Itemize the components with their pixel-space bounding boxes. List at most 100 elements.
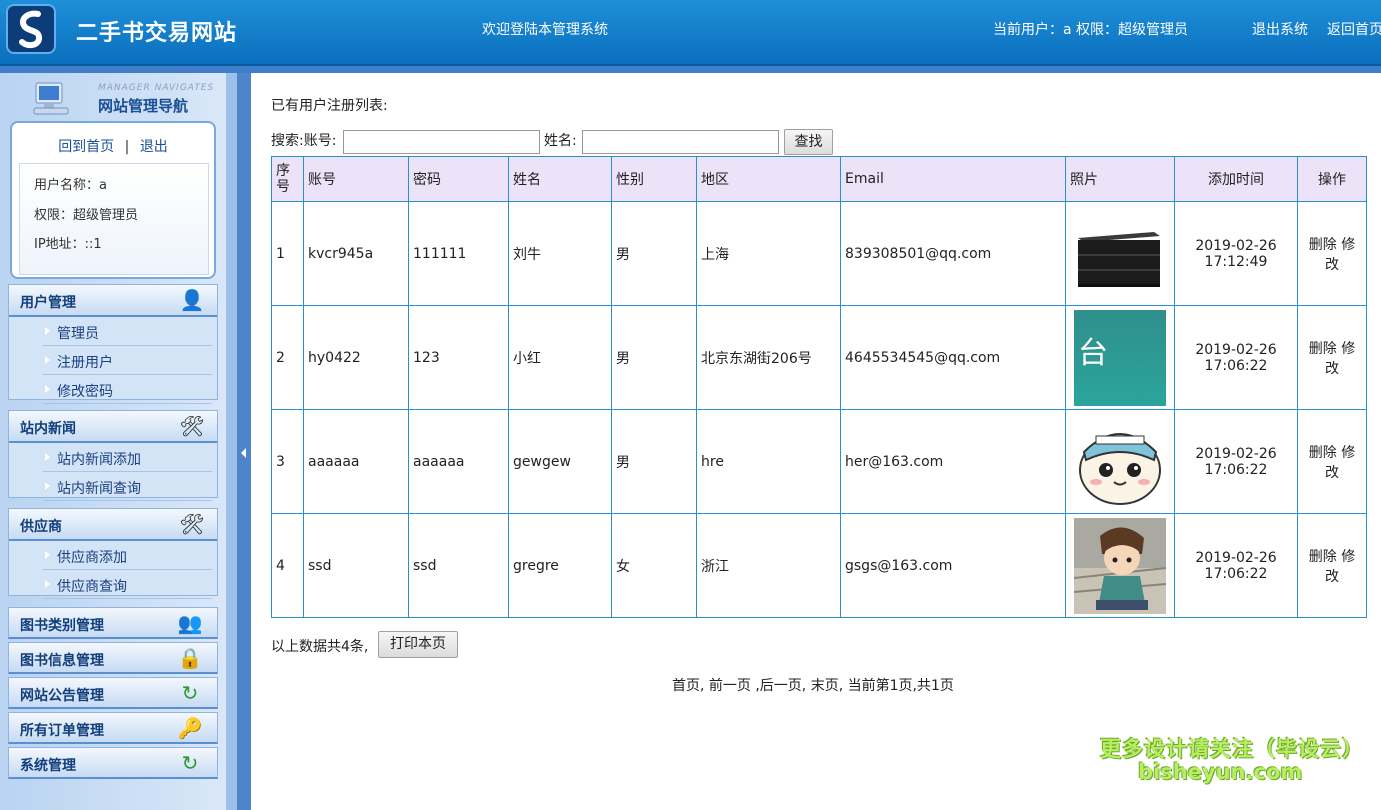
table-row: 3 aaaaaa aaaaaa gewgew 男 hre her@163.com — [271, 409, 1367, 514]
search-account-input[interactable] — [343, 130, 540, 154]
cell-added-time: 2019-02-26 17:06:22 — [1174, 513, 1298, 618]
user-table: 序号 账号 密码 姓名 性别 地区 Email 照片 添加时间 操作 1 kvc… — [271, 156, 1367, 618]
cell-no: 1 — [271, 201, 304, 306]
photo-dresser — [1074, 205, 1166, 302]
page-next-link[interactable]: ,后一页, — [755, 678, 806, 694]
section-title: 供应商 — [20, 519, 62, 535]
tools-icon: 🛠 — [179, 512, 205, 536]
search-button[interactable]: 查找 — [784, 129, 833, 155]
cell-email: 4645534545@qq.com — [840, 305, 1066, 410]
username-text: 用户名称：a — [34, 178, 107, 193]
pagination: 首页, 前一页 ,后一页, 末页, 当前第1页,共1页 — [672, 675, 954, 695]
section-supplier: 供应商 🛠 供应商添加 供应商查询 — [8, 508, 218, 599]
delete-link[interactable]: 删除 — [1309, 445, 1337, 461]
sidebar: MANAGER NAVIGATES 网站管理导航 回到首页 | 退出 用户名称：… — [0, 73, 226, 810]
sidebar-item-news-query[interactable]: 站内新闻查询 — [43, 472, 212, 501]
column-header-added-time: 添加时间 — [1174, 156, 1298, 202]
sidebar-item-admin[interactable]: 管理员 — [43, 317, 212, 346]
table-header-row: 序号 账号 密码 姓名 性别 地区 Email 照片 添加时间 操作 — [271, 156, 1367, 202]
section-header-supplier[interactable]: 供应商 🛠 — [9, 509, 217, 541]
print-button[interactable]: 打印本页 — [378, 631, 458, 658]
cell-account: hy0422 — [303, 305, 409, 410]
sidebar-item-supplier-add[interactable]: 供应商添加 — [43, 541, 212, 570]
cell-gender: 男 — [611, 305, 697, 410]
cell-gender: 男 — [611, 201, 697, 306]
column-header-account: 账号 — [303, 156, 409, 202]
column-header-region: 地区 — [696, 156, 841, 202]
sidebar-item-orders[interactable]: 所有订单管理 🔑 — [8, 712, 218, 744]
photo-cartoon-cat — [1074, 413, 1166, 510]
collapse-bar[interactable] — [237, 73, 251, 810]
search-name-label: 姓名: — [544, 133, 577, 149]
cell-photo — [1065, 201, 1175, 306]
column-header-email: Email — [840, 156, 1066, 202]
quick-links: 回到首页 | 退出 — [12, 136, 214, 156]
back-home-link[interactable]: 返回首页 — [1327, 19, 1381, 39]
site-title: 二手书交易网站 — [76, 20, 238, 46]
user-icon: 👤 — [179, 288, 205, 312]
sidebar-item-announcement[interactable]: 网站公告管理 ↻ — [8, 677, 218, 709]
column-header-password: 密码 — [408, 156, 509, 202]
table-row: 4 ssd ssd gregre 女 浙江 gsgs@163.com 2019-… — [271, 513, 1367, 618]
delete-link[interactable]: 删除 — [1309, 549, 1337, 565]
back-home-sidebar-link[interactable]: 回到首页 — [58, 139, 114, 155]
search-account-label: 搜索:账号: — [271, 133, 337, 149]
top-banner: 二手书交易网站 欢迎登陆本管理系统 当前用户：a 权限：超级管理员 退出系统 返… — [0, 0, 1381, 66]
table-row: 1 kvcr945a 111111 刘牛 男 上海 839308501@qq.c… — [271, 201, 1367, 306]
section-title: 站内新闻 — [20, 421, 76, 437]
user-info-box: 回到首页 | 退出 用户名称：a 权限：超级管理员 IP地址：::1 — [10, 121, 216, 279]
nav-title-en: MANAGER NAVIGATES — [98, 83, 215, 93]
table-row: 2 hy0422 123 小红 男 北京东湖街206号 4645534545@q… — [271, 305, 1367, 410]
cell-email: her@163.com — [840, 409, 1066, 514]
column-header-actions: 操作 — [1297, 156, 1367, 202]
watermark-line2: bisheyun.com — [1138, 760, 1303, 784]
cell-password: aaaaaa — [408, 409, 509, 514]
sidebar-item-book-category[interactable]: 图书类别管理 👥 — [8, 607, 218, 639]
collapse-arrow-icon[interactable] — [241, 448, 246, 458]
delete-link[interactable]: 删除 — [1309, 341, 1337, 357]
users-icon: 👥 — [177, 611, 203, 635]
cell-password: 111111 — [408, 201, 509, 306]
cell-password: ssd — [408, 513, 509, 618]
cell-region: 浙江 — [696, 513, 841, 618]
current-user-info: 当前用户：a 权限：超级管理员 — [993, 22, 1189, 38]
link-separator: | — [124, 139, 130, 155]
cell-account: kvcr945a — [303, 201, 409, 306]
header-divider — [0, 66, 1381, 73]
sidebar-item-change-password[interactable]: 修改密码 — [43, 375, 212, 404]
sidebar-splitter — [226, 73, 237, 810]
refresh-icon: ↻ — [181, 751, 199, 775]
page-prev-link[interactable]: 前一页 — [709, 678, 751, 694]
tools-icon: 🛠 — [179, 414, 205, 438]
cell-name: gewgew — [508, 409, 612, 514]
cell-name: gregre — [508, 513, 612, 618]
nav-title: 网站管理导航 — [98, 97, 189, 115]
cell-actions: 删除 修改 — [1297, 409, 1367, 514]
page-first-link[interactable]: 首页, — [672, 678, 704, 694]
page-status: 当前第1页,共1页 — [847, 678, 954, 694]
record-count: 以上数据共4条, — [271, 639, 369, 655]
sidebar-item-system[interactable]: 系统管理 ↻ — [8, 747, 218, 779]
column-header-no: 序号 — [271, 156, 304, 202]
sidebar-item-supplier-query[interactable]: 供应商查询 — [43, 570, 212, 599]
logout-sidebar-link[interactable]: 退出 — [140, 139, 168, 155]
cell-no: 3 — [271, 409, 304, 514]
sidebar-item-news-add[interactable]: 站内新闻添加 — [43, 443, 212, 472]
cell-actions: 删除 修改 — [1297, 513, 1367, 618]
section-title: 用户管理 — [20, 295, 76, 311]
delete-link[interactable]: 删除 — [1309, 237, 1337, 253]
logout-system-link[interactable]: 退出系统 — [1252, 19, 1308, 39]
refresh-icon: ↻ — [181, 681, 199, 705]
list-title: 已有用户注册列表: — [271, 98, 388, 114]
sidebar-item-registered-users[interactable]: 注册用户 — [43, 346, 212, 375]
cell-region: hre — [696, 409, 841, 514]
search-name-input[interactable] — [582, 130, 779, 154]
cell-actions: 删除 修改 — [1297, 201, 1367, 306]
sidebar-item-book-info[interactable]: 图书信息管理 🔒 — [8, 642, 218, 674]
page-last-link[interactable]: 末页, — [811, 678, 843, 694]
cell-email: gsgs@163.com — [840, 513, 1066, 618]
section-header-news[interactable]: 站内新闻 🛠 — [9, 411, 217, 443]
section-header-user-management[interactable]: 用户管理 👤 — [9, 285, 217, 317]
lock-icon: 🔒 — [177, 646, 203, 670]
computer-icon — [33, 82, 69, 115]
